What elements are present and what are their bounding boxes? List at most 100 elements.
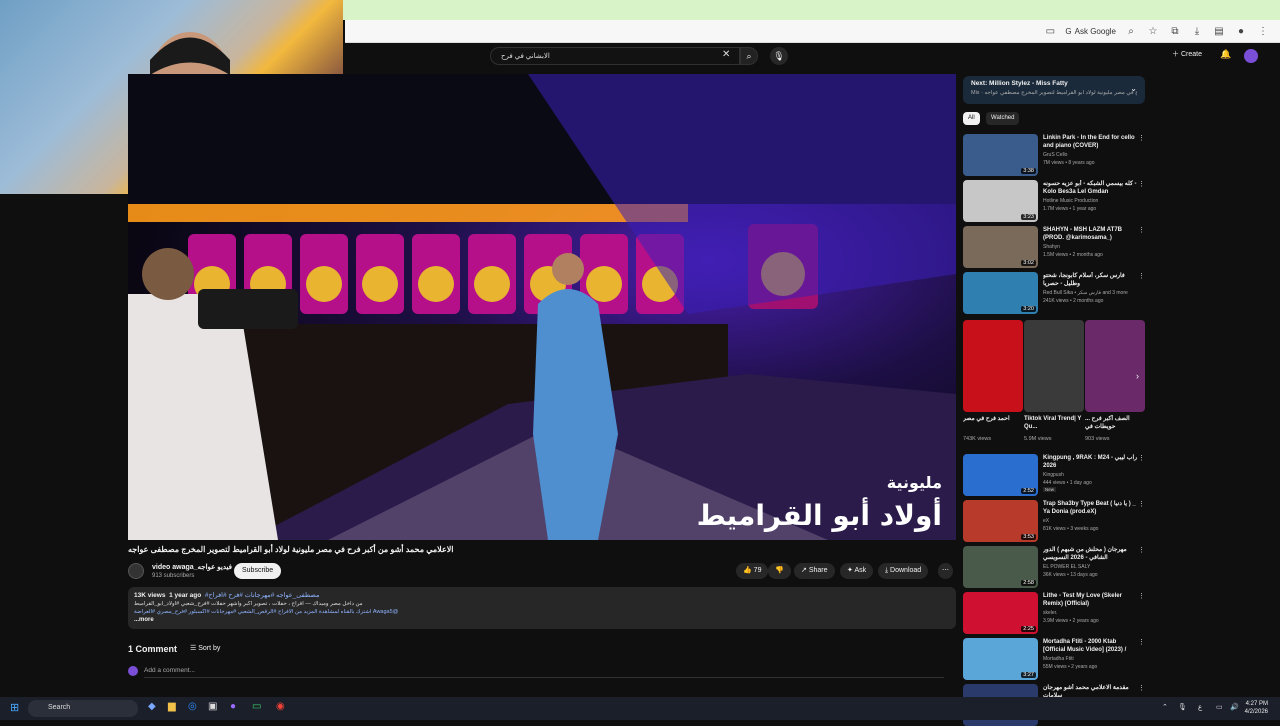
- recommendation-title[interactable]: كله بيسمي الشبكه - أبو عزيه حسونه - Kolo…: [1043, 180, 1138, 196]
- discord-icon[interactable]: ●: [230, 701, 236, 712]
- file-explorer-icon[interactable]: ▆: [168, 701, 176, 712]
- video-thumbnail[interactable]: 3:02: [963, 226, 1038, 268]
- search-button[interactable]: ⌕: [740, 47, 758, 65]
- add-comment-input[interactable]: Add a comment...: [144, 667, 944, 678]
- sort-by-button[interactable]: ☰ Sort by: [190, 644, 220, 652]
- more-vertical-icon[interactable]: ⋮: [1138, 454, 1145, 462]
- voice-search-button[interactable]: 🎙: [770, 47, 788, 65]
- recommendation-channel[interactable]: Kingpush: [1043, 472, 1138, 478]
- recommendation-item[interactable]: 3:27 Mortadha Ftiti - 2000 Ktab [Official…: [963, 638, 1145, 680]
- share-button[interactable]: ↗ Share: [794, 563, 835, 579]
- sidebar-icon[interactable]: ▤: [1212, 26, 1226, 37]
- recommendation-channel[interactable]: skeler.: [1043, 610, 1138, 616]
- windows-start-icon[interactable]: ⊞: [10, 701, 19, 714]
- tray-chevron-icon[interactable]: ⌃: [1162, 703, 1168, 711]
- recommendation-title[interactable]: Linkin Park - In the End for cello and p…: [1043, 134, 1138, 150]
- recommendation-item[interactable]: 2:25 Lithe - Test My Love (Skeler Remix) …: [963, 592, 1145, 634]
- menu-icon[interactable]: ⋮: [1256, 26, 1270, 37]
- recommendation-title[interactable]: Lithe - Test My Love (Skeler Remix) (Off…: [1043, 592, 1138, 608]
- mic-tray-icon[interactable]: 🎙: [1178, 703, 1187, 711]
- chrome-icon[interactable]: ◉: [276, 701, 285, 712]
- search-input[interactable]: الابشاني في فرح: [490, 47, 740, 65]
- ask-button[interactable]: ✦ Ask: [840, 563, 874, 579]
- recommendation-channel[interactable]: Hotline Music Production: [1043, 198, 1138, 204]
- recommendation-channel[interactable]: Red Bull Sika • فارس سكر and 3 more: [1043, 290, 1138, 296]
- recommendation-item[interactable]: 3:23 كله بيسمي الشبكه - أبو عزيه حسونه - …: [963, 180, 1145, 222]
- description-box[interactable]: 13K views 1 year ago #مصطفى_عواجه #مهرجا…: [128, 587, 956, 629]
- recommendation-channel[interactable]: eX: [1043, 518, 1138, 524]
- short-title[interactable]: Tiktok Viral Trend| Y Qu...: [1024, 415, 1082, 431]
- extensions-icon[interactable]: ⧉: [1168, 26, 1182, 37]
- recommendation-title[interactable]: Mortadha Ftiti - 2000 Ktab [Official Mus…: [1043, 638, 1138, 654]
- short-title[interactable]: الصف أكبر فرح ... حويطات في: [1085, 415, 1143, 431]
- edge-icon[interactable]: ◎: [188, 701, 197, 712]
- more-vertical-icon[interactable]: ⋮: [1138, 592, 1145, 600]
- more-vertical-icon[interactable]: ⋮: [1138, 638, 1145, 646]
- up-next-card[interactable]: Next: Million Stylez - Miss Fatty Mix · …: [963, 76, 1145, 104]
- recommendation-title[interactable]: Trap Sha3by Type Beat ( يا دنيا ) _ Ya D…: [1043, 500, 1138, 516]
- more-vertical-icon[interactable]: ⋮: [1138, 226, 1145, 234]
- short-thumbnail[interactable]: [1024, 320, 1084, 412]
- recommendation-item[interactable]: 2:52 Kingpung , 9RAK : M24 - راب ليبي 202…: [963, 454, 1145, 496]
- video-thumbnail[interactable]: 3:38: [963, 134, 1038, 176]
- short-title[interactable]: احمد فرح في مصر: [963, 415, 1021, 423]
- more-vertical-icon[interactable]: ⋮: [1138, 134, 1145, 142]
- video-thumbnail[interactable]: 3:20: [963, 272, 1038, 314]
- short-thumbnail[interactable]: [963, 320, 1023, 412]
- video-thumbnail[interactable]: 3:23: [963, 180, 1038, 222]
- channel-name[interactable]: video awaga_فيديو عواجه: [152, 563, 232, 571]
- description-hashtags[interactable]: #مصطفى_عواجه #مهرجانات #فرح #افراح: [205, 592, 320, 599]
- more-vertical-icon[interactable]: ⋮: [1138, 180, 1145, 188]
- video-thumbnail[interactable]: 2:25: [963, 592, 1038, 634]
- video-thumbnail[interactable]: 2:52: [963, 454, 1038, 496]
- taskbar-search-box[interactable]: Search: [28, 700, 138, 717]
- language-indicator[interactable]: ع: [1198, 703, 1202, 711]
- filter-chip-watched[interactable]: Watched: [986, 112, 1020, 125]
- recommendation-title[interactable]: فارس سكر، أسلام كابونجا، شحتو وطليل - حص…: [1043, 272, 1138, 288]
- recommendation-item[interactable]: 2:58 مهرجان ( محلش من شبهم ) الدور الشافي…: [963, 546, 1145, 588]
- volume-icon[interactable]: 🔊: [1230, 703, 1239, 711]
- terminal-icon[interactable]: ▭: [252, 701, 261, 712]
- recommendation-title[interactable]: مهرجان ( محلش من شبهم ) الدور الشافي - 2…: [1043, 546, 1138, 562]
- more-vertical-icon[interactable]: ⋮: [1138, 500, 1145, 508]
- recommendation-item[interactable]: 3:02 SHAHYN - MSH LAZM AT7B (PROD. @karim…: [963, 226, 1145, 268]
- notifications-bell-icon[interactable]: 🔔: [1220, 49, 1231, 60]
- more-vertical-icon[interactable]: ⋮: [1138, 546, 1145, 554]
- recommendation-channel[interactable]: GruS Cello: [1043, 152, 1138, 158]
- download-button[interactable]: ⤓ Download: [878, 563, 929, 579]
- recommendation-item[interactable]: 3:38 Linkin Park - In the End for cello a…: [963, 134, 1145, 176]
- recommendation-channel[interactable]: EL POWER EL SALY: [1043, 564, 1138, 570]
- recommendation-title[interactable]: SHAHYN - MSH LAZM AT7B (PROD. @karimosam…: [1043, 226, 1138, 242]
- copilot-icon[interactable]: ◆: [148, 701, 156, 712]
- like-button[interactable]: 👍 79: [736, 563, 769, 579]
- zoom-icon[interactable]: ⌕: [1124, 26, 1138, 37]
- recommendation-item[interactable]: 3:53 Trap Sha3by Type Beat ( يا دنيا ) _ …: [963, 500, 1145, 542]
- recommendation-channel[interactable]: Shahyn: [1043, 244, 1138, 250]
- network-icon[interactable]: ▭: [1216, 703, 1223, 711]
- store-icon[interactable]: ▣: [208, 701, 217, 712]
- profile-icon[interactable]: ●: [1234, 26, 1248, 37]
- ask-google-button[interactable]: G Ask Google: [1065, 27, 1116, 36]
- chevron-right-icon[interactable]: ›: [1136, 371, 1139, 381]
- clear-search-icon[interactable]: ✕: [722, 49, 730, 60]
- chevron-down-icon[interactable]: ⌄: [1130, 84, 1137, 93]
- dislike-button[interactable]: 👎: [768, 563, 791, 579]
- video-player[interactable]: مليونية أولاد أبو القراميط: [128, 74, 956, 540]
- video-thumbnail[interactable]: 2:58: [963, 546, 1038, 588]
- download-icon[interactable]: ⤓: [1190, 26, 1204, 37]
- more-actions-button[interactable]: ⋯: [938, 563, 953, 579]
- video-thumbnail[interactable]: 3:27: [963, 638, 1038, 680]
- account-avatar[interactable]: [1244, 49, 1258, 63]
- video-thumbnail[interactable]: 3:53: [963, 500, 1038, 542]
- short-thumbnail[interactable]: [1085, 320, 1145, 412]
- filter-chip-all[interactable]: All: [963, 112, 980, 125]
- bookmark-star-icon[interactable]: ☆: [1146, 26, 1160, 37]
- more-vertical-icon[interactable]: ⋮: [1138, 272, 1145, 280]
- taskbar-clock[interactable]: 4:27 PM 4/2/2026: [1245, 700, 1268, 716]
- recommendation-item[interactable]: 3:20 فارس سكر، أسلام كابونجا، شحتو وطليل …: [963, 272, 1145, 314]
- more-vertical-icon[interactable]: ⋮: [1138, 684, 1145, 692]
- create-button[interactable]: ＋ Create: [1172, 49, 1202, 59]
- cast-icon[interactable]: ▭: [1043, 26, 1057, 37]
- recommendation-channel[interactable]: Mortadha Ftiti: [1043, 656, 1138, 662]
- recommendation-title[interactable]: Kingpung , 9RAK : M24 - راب ليبي 2026: [1043, 454, 1138, 470]
